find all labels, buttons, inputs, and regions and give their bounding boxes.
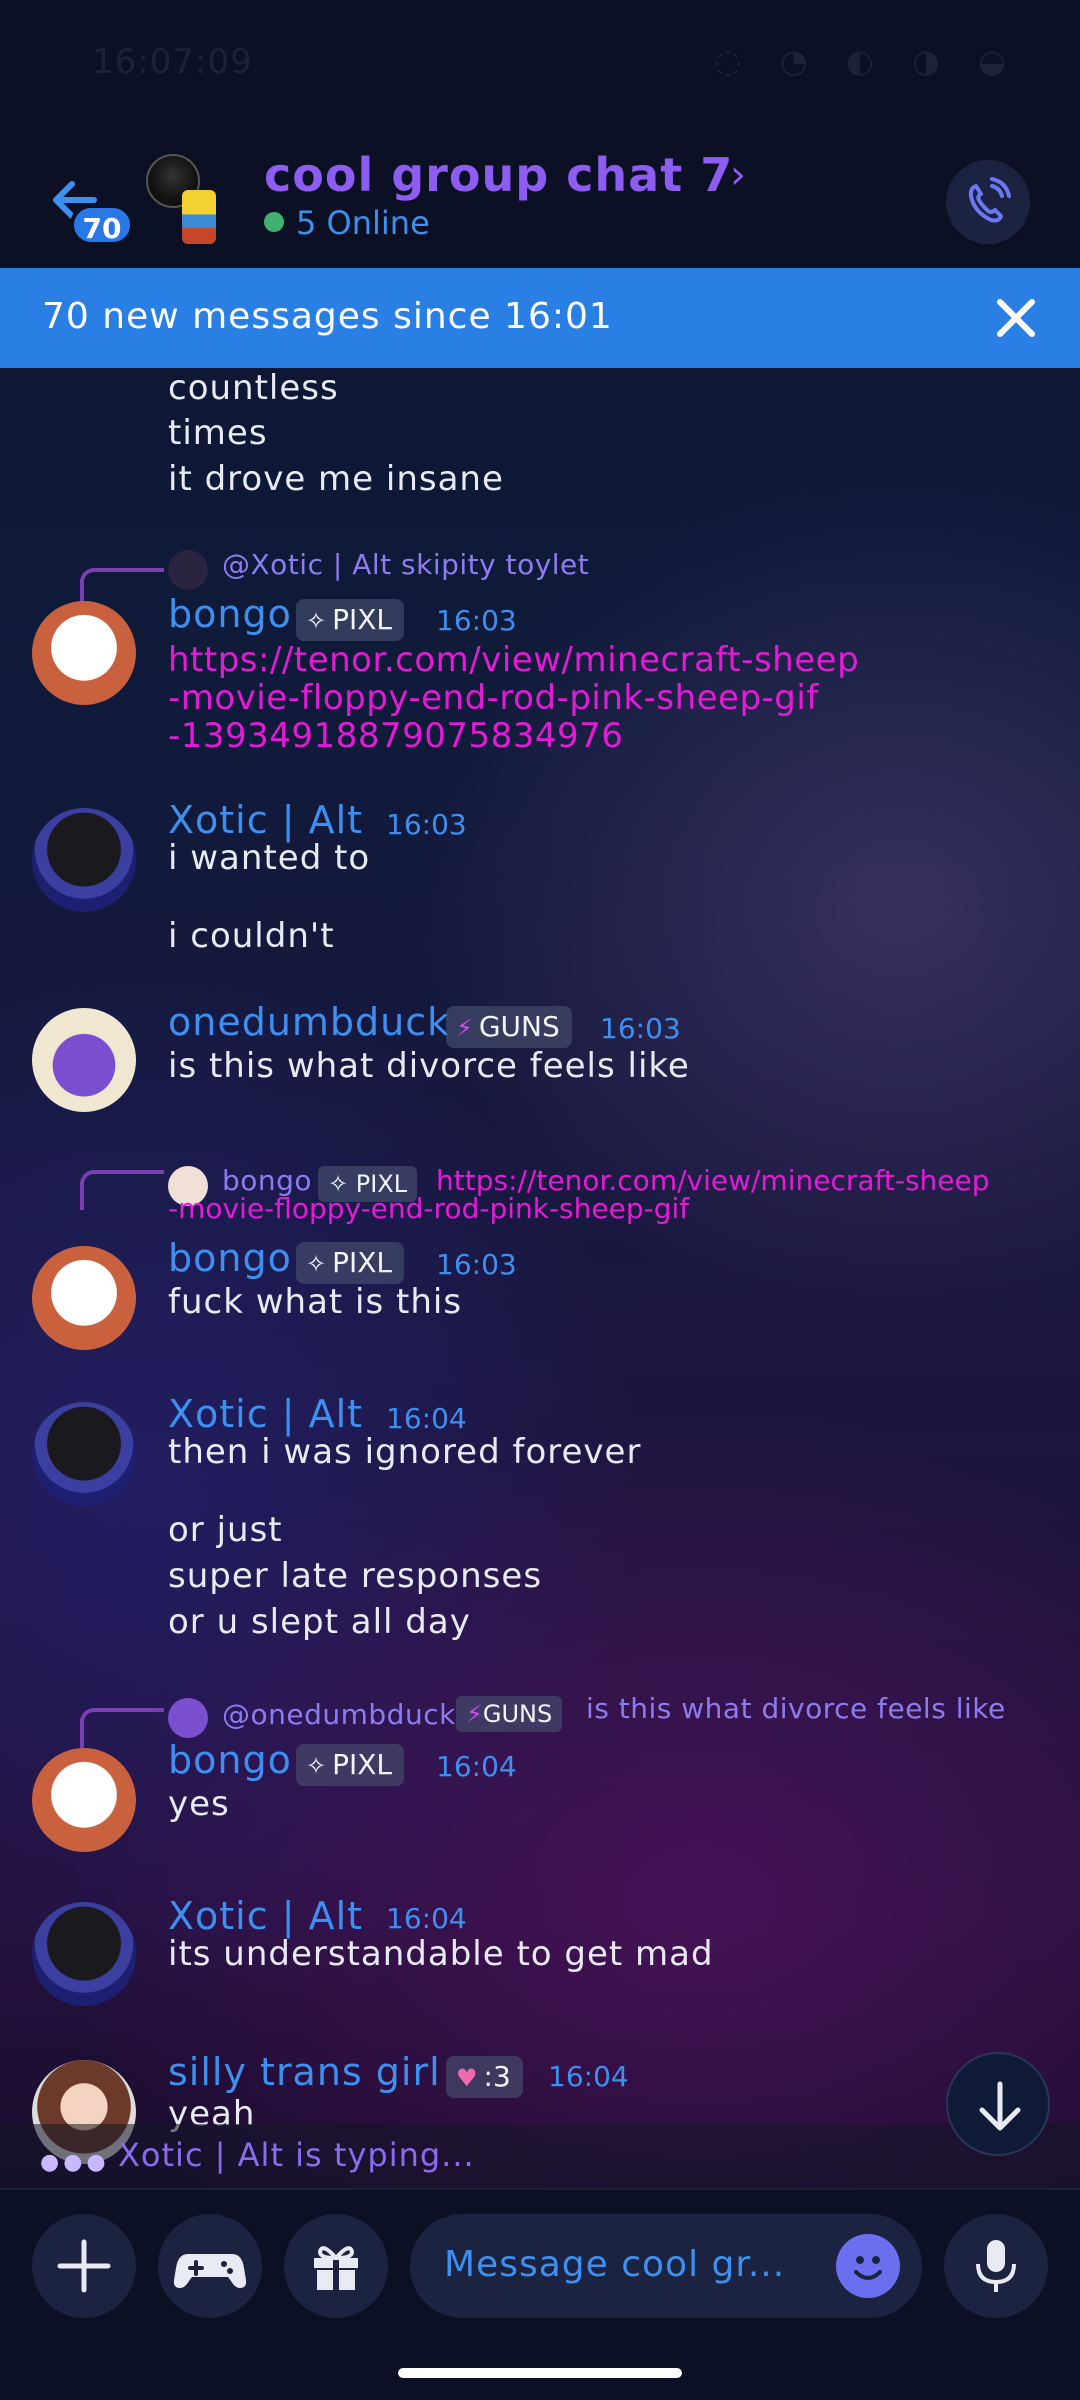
message-text: then i was ignored forever [168, 1432, 642, 1472]
avatar[interactable] [32, 1008, 136, 1112]
message-link[interactable]: -13934918879075834976 [168, 716, 623, 756]
plus-icon [57, 2239, 111, 2293]
activities-button[interactable] [158, 2214, 262, 2318]
message-text: it drove me insane [168, 459, 504, 499]
reply-link[interactable]: -movie-floppy-end-rod-pink-sheep-gif [168, 1192, 689, 1225]
scroll-to-bottom-button[interactable] [946, 2052, 1050, 2156]
author-name[interactable]: onedumbduck [168, 1000, 450, 1044]
message-time: 16:04 [386, 1402, 467, 1435]
message-text: super late responses [168, 1556, 543, 1596]
author-name[interactable]: Xotic | Alt [168, 1894, 363, 1938]
group-avatar[interactable] [146, 154, 224, 244]
voice-call-button[interactable] [946, 160, 1030, 244]
message-text: i wanted to [168, 838, 371, 878]
user-tag: ✧ PIXL [296, 599, 405, 641]
reply-preview[interactable]: is this what divorce feels like [586, 1692, 1006, 1725]
user-tag: ✧ PIXL [296, 1744, 405, 1786]
message-text: or u slept all day [168, 1602, 471, 1642]
lightning-icon: ⚡ [466, 1700, 483, 1728]
avatar[interactable] [32, 1402, 136, 1506]
user-tag: ✧ PIXL [296, 1242, 405, 1284]
avatar[interactable] [32, 1748, 136, 1852]
message-text: yes [168, 1784, 230, 1824]
message-text: fuck what is this [168, 1282, 463, 1322]
online-dot-icon [264, 212, 284, 232]
home-indicator[interactable] [398, 2368, 682, 2378]
chevron-right-icon[interactable]: › [730, 152, 746, 198]
message-list[interactable]: countless times it drove me insane @Xoti… [0, 368, 1080, 2188]
message-link[interactable]: -movie-floppy-end-rod-pink-sheep-gif [168, 678, 819, 718]
close-icon [997, 299, 1035, 337]
unread-badge: 70 [70, 204, 134, 246]
author-name[interactable]: Xotic | Alt [168, 1392, 363, 1436]
typing-indicator: ●●● Xotic | Alt is typing... [0, 2124, 1080, 2188]
status-icons: ◌ ◔ ◐ ◑ ◒ [713, 42, 1020, 80]
microphone-icon [976, 2240, 1016, 2292]
arrow-down-icon [979, 2081, 1021, 2131]
smiley-icon [854, 2256, 882, 2280]
status-time: 16:07:09 [92, 42, 253, 82]
message-text: is this what divorce feels like [168, 1046, 690, 1086]
online-status: 5 Online [264, 204, 430, 242]
message-text: its understandable to get mad [168, 1934, 714, 1974]
message-time: 16:03 [436, 1248, 517, 1281]
online-count: 5 Online [296, 204, 430, 242]
message-text: times [168, 413, 268, 453]
attach-button[interactable] [32, 2214, 136, 2318]
gamepad-icon [173, 2254, 247, 2288]
author-name[interactable]: bongo [168, 592, 292, 636]
message-time: 16:03 [386, 808, 467, 841]
diamond-icon: ✧ [306, 607, 327, 635]
reply-author[interactable]: @onedumbduck [222, 1698, 456, 1731]
diamond-icon: ✧ [306, 1752, 327, 1780]
typing-text: Xotic | Alt is typing... [118, 2136, 475, 2174]
author-name[interactable]: Xotic | Alt [168, 798, 363, 842]
reply-avatar [168, 1698, 208, 1738]
author-name[interactable]: bongo [168, 1738, 292, 1782]
voice-message-button[interactable] [944, 2214, 1048, 2318]
status-bar: 16:07:09 ◌ ◔ ◐ ◑ ◒ [0, 0, 1080, 130]
avatar[interactable] [32, 601, 136, 705]
chat-header: 70 cool group chat 7 › 5 Online [0, 130, 1080, 268]
reply-avatar [168, 550, 208, 590]
message-link[interactable]: https://tenor.com/view/minecraft-sheep [168, 640, 859, 680]
message-time: 16:03 [436, 604, 517, 637]
message-time: 16:03 [600, 1012, 681, 1045]
avatar[interactable] [32, 1246, 136, 1350]
gift-icon [314, 2246, 358, 2290]
author-name[interactable]: bongo [168, 1236, 292, 1280]
message-input[interactable]: Message cool gr... [410, 2214, 922, 2318]
reply-connector [80, 1708, 164, 1748]
new-messages-text: 70 new messages since 16:01 [42, 296, 613, 337]
new-messages-banner[interactable]: 70 new messages since 16:01 [0, 268, 1080, 368]
user-tag: ♥:3 [446, 2056, 523, 2098]
close-banner-button[interactable] [988, 290, 1044, 346]
message-time: 16:04 [386, 1902, 467, 1935]
group-avatar-member-2 [182, 190, 216, 244]
reply-connector [80, 1170, 164, 1210]
emoji-button[interactable] [836, 2234, 900, 2298]
diamond-icon: ✧ [306, 1250, 327, 1278]
group-title[interactable]: cool group chat 7 [264, 148, 733, 202]
message-text: or just [168, 1510, 283, 1550]
phone-icon [968, 177, 1011, 223]
typing-dots-icon: ●●● [40, 2150, 110, 2175]
user-tag: ⚡ GUNS [446, 1006, 572, 1048]
message-text: countless [168, 368, 339, 408]
heart-icon: ♥ [456, 2064, 478, 2092]
message-input-placeholder: Message cool gr... [444, 2244, 786, 2285]
avatar[interactable] [32, 1902, 136, 2006]
author-name[interactable]: silly trans girl [168, 2050, 441, 2094]
reply-preview[interactable]: @Xotic | Alt skipity toylet [222, 548, 589, 581]
message-time: 16:04 [436, 1750, 517, 1783]
avatar[interactable] [32, 808, 136, 912]
gift-button[interactable] [284, 2214, 388, 2318]
message-text: i couldn't [168, 916, 335, 956]
reply-tag: ⚡GUNS [456, 1696, 563, 1732]
message-time: 16:04 [548, 2060, 629, 2093]
lightning-icon: ⚡ [456, 1014, 473, 1042]
